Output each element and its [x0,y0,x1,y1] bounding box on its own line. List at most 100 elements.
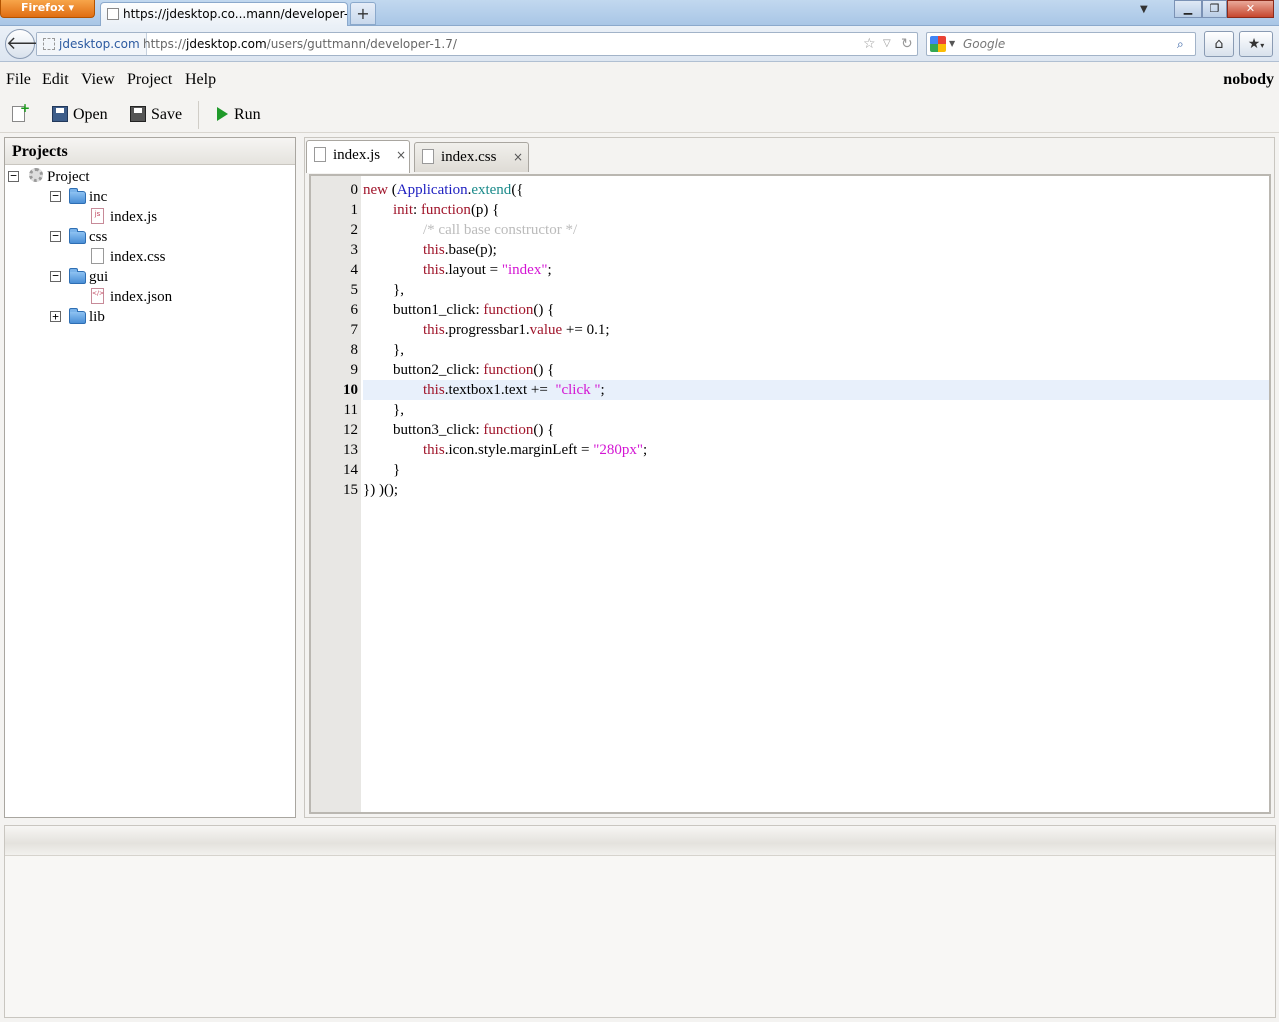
page-favicon-icon [107,8,119,20]
tree-node-file[interactable]: js index.js [91,207,211,227]
menu-file[interactable]: File [6,71,31,89]
floppy-save-icon [130,106,146,122]
line-number: 0 [350,182,359,198]
code-line[interactable]: this.base(p); [363,240,1269,260]
code-line-current[interactable]: this.textbox1.text += "click "; [363,380,1269,400]
code-token: .layout = [444,262,502,278]
code-line[interactable]: }, [363,340,1269,360]
collapse-toggle[interactable]: − [8,170,19,182]
line-number: 1 [350,202,359,218]
tree-node-folder-lib[interactable]: + lib [50,307,150,327]
toolbar-divider [198,101,199,129]
code-editor[interactable]: 0 1 2 3 4 5 6 7 8 9 10 11 12 13 14 15 new (Application.… [309,174,1271,814]
tree-node-label: index.json [110,289,173,305]
line-number-gutter: 0 1 2 3 4 5 6 7 8 9 10 11 12 13 14 15 [311,176,361,812]
code-line[interactable]: button3_click: function() { [363,420,1269,440]
code-token: ; [547,262,552,278]
code-token: ; [643,442,648,458]
browser-tab[interactable]: https://jdesktop.co...mann/developer-1.7… [100,2,348,26]
save-button[interactable]: Save [130,103,190,127]
firefox-menu-button[interactable]: Firefox ▾ [0,0,95,18]
code-line[interactable]: button2_click: function() { [363,360,1269,380]
close-icon[interactable]: × [396,141,406,169]
maximize-button[interactable]: ❐ [1202,0,1227,18]
expand-toggle[interactable]: + [50,311,61,322]
menu-view[interactable]: View [81,71,115,89]
code-token: "click " [555,382,601,398]
code-token: () { [533,362,555,378]
menu-help[interactable]: Help [185,71,216,89]
tree-node-folder-gui[interactable]: − gui [50,267,150,287]
code-line[interactable]: /* call base constructor */ [363,220,1269,240]
collapse-toggle[interactable]: − [50,270,61,282]
site-identity-button[interactable]: jdesktop.com [37,33,147,55]
tree-node-folder-css[interactable]: − css [50,227,150,247]
tree-node-folder-inc[interactable]: − inc [50,187,150,207]
url-text[interactable]: https://jdesktop.com/users/guttmann/deve… [143,33,457,55]
tree-node-label: index.css [110,249,166,265]
code-line[interactable]: }, [363,280,1269,300]
bookmark-star-icon[interactable]: ☆ [863,33,876,55]
engine-dropdown-icon[interactable]: ▼ [949,33,955,55]
back-button[interactable]: 🡐 [5,29,54,59]
code-token: () { [533,302,555,318]
code-line[interactable]: new (Application.extend({ [363,180,1269,200]
tree-node-project[interactable]: − Project [8,167,128,187]
code-line[interactable]: this.layout = "index"; [363,260,1269,280]
code-token: button1_click: [363,302,484,318]
tree-node-label: Project [47,169,90,185]
code-token: init [393,202,414,218]
menu-project[interactable]: Project [127,71,172,89]
code-line[interactable]: }) )(); [363,480,1269,500]
output-panel-header[interactable] [5,826,1275,856]
close-window-button[interactable]: ✕ [1227,0,1274,18]
line-number: 10 [343,382,358,398]
tab-label: index.css [441,149,497,165]
js-file-icon: js [91,208,104,224]
new-file-button[interactable]: + [12,102,32,127]
code-line[interactable]: }, [363,400,1269,420]
firefox-menu-label: Firefox [21,1,65,14]
code-line[interactable]: } [363,460,1269,480]
search-bar[interactable]: ▼ Google ⌕ [926,32,1196,56]
tab-list-chevron-icon[interactable]: ▼ [1140,4,1148,15]
home-button[interactable]: ⌂ [1204,31,1234,57]
code-token: new [363,182,388,198]
bookmarks-button[interactable]: ★▾ [1239,31,1273,57]
code-token: (p) { [470,202,500,218]
code-token: }, [363,402,404,418]
tree-node-file[interactable]: </> index.json [91,287,211,307]
folder-icon [69,308,86,324]
minimize-button[interactable]: ▁ [1174,0,1202,18]
search-input[interactable]: Google [963,33,1005,55]
tree-node-label: css [89,229,108,245]
code-line[interactable]: init: function(p) { [363,200,1269,220]
tree-node-label: lib [89,309,105,325]
code-token: ; [600,382,605,398]
run-button[interactable]: Run [213,103,265,127]
line-number: 14 [343,462,358,478]
line-number: 6 [350,302,359,318]
open-button[interactable]: Open [52,103,112,127]
new-tab-button[interactable]: + [350,2,376,25]
code-line[interactable]: this.icon.style.marginLeft = "280px"; [363,440,1269,460]
collapse-toggle[interactable]: − [50,190,61,202]
collapse-toggle[interactable]: − [50,230,61,242]
tab-index-js[interactable]: index.js × [306,140,410,173]
menu-edit[interactable]: Edit [42,71,69,89]
code-token: }, [363,282,404,298]
url-bar[interactable]: jdesktop.com https://jdesktop.com/users/… [36,32,918,56]
history-dropdown-icon[interactable]: ▽ [883,33,891,55]
reload-icon[interactable]: ↻ [901,33,913,55]
google-engine-icon[interactable] [930,36,946,52]
code-token: function [483,362,534,378]
user-name[interactable]: nobody [1223,71,1274,89]
app-menubar: File Edit View Project Help nobody [0,63,1279,95]
code-line[interactable]: this.progressbar1.value += 0.1; [363,320,1269,340]
tab-index-css[interactable]: index.css × [414,142,529,172]
code-line[interactable]: button1_click: function() { [363,300,1269,320]
document-icon [422,149,434,164]
close-icon[interactable]: × [513,143,523,171]
tree-node-file[interactable]: index.css [91,247,211,267]
search-icon[interactable]: ⌕ [1177,33,1184,55]
